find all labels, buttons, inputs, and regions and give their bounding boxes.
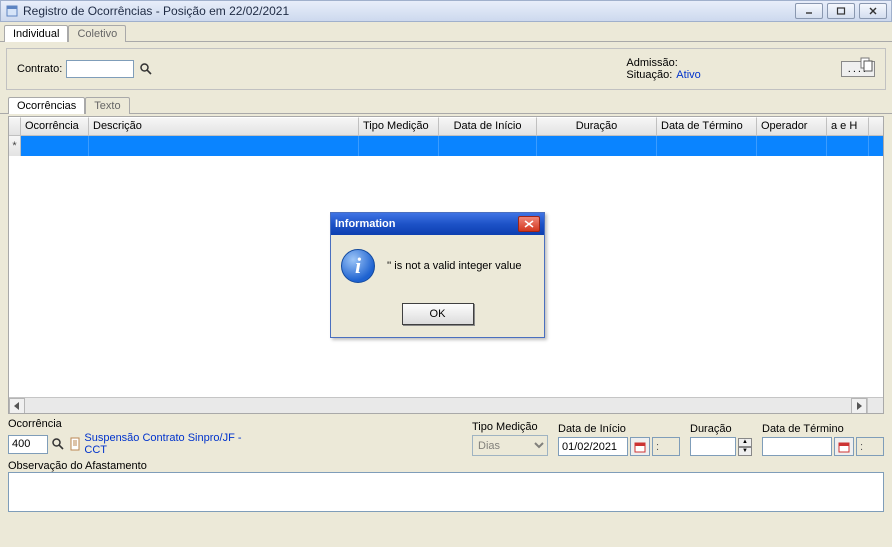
- status-block: Admissão: Situação: Ativo: [626, 57, 700, 81]
- tab-ocorrencias[interactable]: Ocorrências: [8, 97, 85, 114]
- duracao-label: Duração: [690, 423, 752, 435]
- new-row-marker: *: [9, 136, 21, 156]
- col-operador[interactable]: Operador: [757, 117, 827, 135]
- observacao-label: Observação do Afastamento: [8, 460, 147, 472]
- copy-icon[interactable]: [857, 55, 877, 73]
- col-descricao[interactable]: Descrição: [89, 117, 359, 135]
- table-row[interactable]: *: [9, 136, 883, 156]
- data-inicio-input[interactable]: [558, 437, 628, 456]
- tab-individual[interactable]: Individual: [4, 25, 68, 42]
- dialog-footer: OK: [331, 297, 544, 337]
- hora-inicio-input[interactable]: [652, 437, 680, 456]
- info-icon: i: [341, 249, 375, 283]
- ocorrencia-desc-link[interactable]: Suspensão Contrato Sinpro/JF - CCT: [84, 432, 258, 456]
- ocorrencia-code-input[interactable]: [8, 435, 48, 454]
- tab-coletivo[interactable]: Coletivo: [68, 25, 126, 42]
- tipo-medicao-select[interactable]: Dias: [472, 435, 548, 456]
- spinner-down-button[interactable]: ▼: [738, 447, 752, 456]
- app-icon: [5, 4, 19, 18]
- contrato-label: Contrato:: [17, 63, 62, 75]
- minimize-button[interactable]: [795, 3, 823, 19]
- scroll-left-button[interactable]: [9, 398, 25, 414]
- maximize-button[interactable]: [827, 3, 855, 19]
- col-duracao[interactable]: Duração: [537, 117, 657, 135]
- data-inicio-calendar-icon[interactable]: [630, 437, 650, 456]
- situacao-label: Situação:: [626, 69, 672, 81]
- document-icon[interactable]: [67, 436, 82, 452]
- col-tipo-medicao[interactable]: Tipo Medição: [359, 117, 439, 135]
- scroll-right-button[interactable]: [851, 398, 867, 414]
- ok-button[interactable]: OK: [402, 303, 474, 325]
- sub-tabbar: Ocorrências Texto: [0, 96, 892, 114]
- situacao-value: Ativo: [676, 69, 700, 81]
- contrato-lookup-icon[interactable]: [138, 61, 154, 77]
- contract-block: Contrato:: [17, 60, 154, 78]
- duracao-input[interactable]: [690, 437, 736, 456]
- ocorrencia-lookup-icon[interactable]: [50, 436, 65, 452]
- grid-body: *: [9, 136, 883, 156]
- col-ocorrencia[interactable]: Ocorrência: [21, 117, 89, 135]
- dialog-body: i '' is not a valid integer value: [331, 235, 544, 297]
- col-data-termino[interactable]: Data de Término: [657, 117, 757, 135]
- observacao-section: Observação do Afastamento: [8, 460, 884, 515]
- contract-header-panel: Contrato: Admissão: Situação:Ativo ....: [6, 48, 886, 90]
- grid-horizontal-scrollbar[interactable]: [9, 397, 867, 413]
- window-buttons: [795, 3, 887, 19]
- detail-form: Ocorrência Suspensão Contrato Sinpro/JF …: [8, 418, 884, 456]
- tipo-medicao-label: Tipo Medição: [472, 421, 548, 433]
- data-inicio-label: Data de Início: [558, 423, 680, 435]
- grid-header: Ocorrência Descrição Tipo Medição Data d…: [9, 117, 883, 136]
- data-termino-label: Data de Término: [762, 423, 884, 435]
- data-termino-input[interactable]: [762, 437, 832, 456]
- hora-termino-input[interactable]: [856, 437, 884, 456]
- spinner-up-button[interactable]: ▲: [738, 438, 752, 447]
- dialog-titlebar[interactable]: Information: [331, 213, 544, 235]
- dialog-message: '' is not a valid integer value: [387, 260, 521, 272]
- window-title: Registro de Ocorrências - Posição em 22/…: [23, 4, 795, 18]
- observacao-textarea[interactable]: [8, 472, 884, 512]
- main-tabbar: Individual Coletivo: [0, 22, 892, 42]
- duracao-spinner[interactable]: ▲ ▼: [738, 438, 752, 456]
- tab-texto[interactable]: Texto: [85, 97, 129, 114]
- grid-corner-header: [9, 117, 21, 135]
- admissao-label: Admissão:: [626, 57, 677, 69]
- dialog-title: Information: [335, 218, 518, 230]
- information-dialog: Information i '' is not a valid integer …: [330, 212, 545, 338]
- ocorrencia-label: Ocorrência: [8, 418, 258, 430]
- col-aeh[interactable]: a e H: [827, 117, 869, 135]
- dialog-close-button[interactable]: [518, 216, 540, 232]
- close-button[interactable]: [859, 3, 887, 19]
- grid-scroll-corner: [867, 397, 883, 413]
- contrato-input[interactable]: [66, 60, 134, 78]
- titlebar: Registro de Ocorrências - Posição em 22/…: [0, 0, 892, 22]
- col-data-inicio[interactable]: Data de Início: [439, 117, 537, 135]
- data-termino-calendar-icon[interactable]: [834, 437, 854, 456]
